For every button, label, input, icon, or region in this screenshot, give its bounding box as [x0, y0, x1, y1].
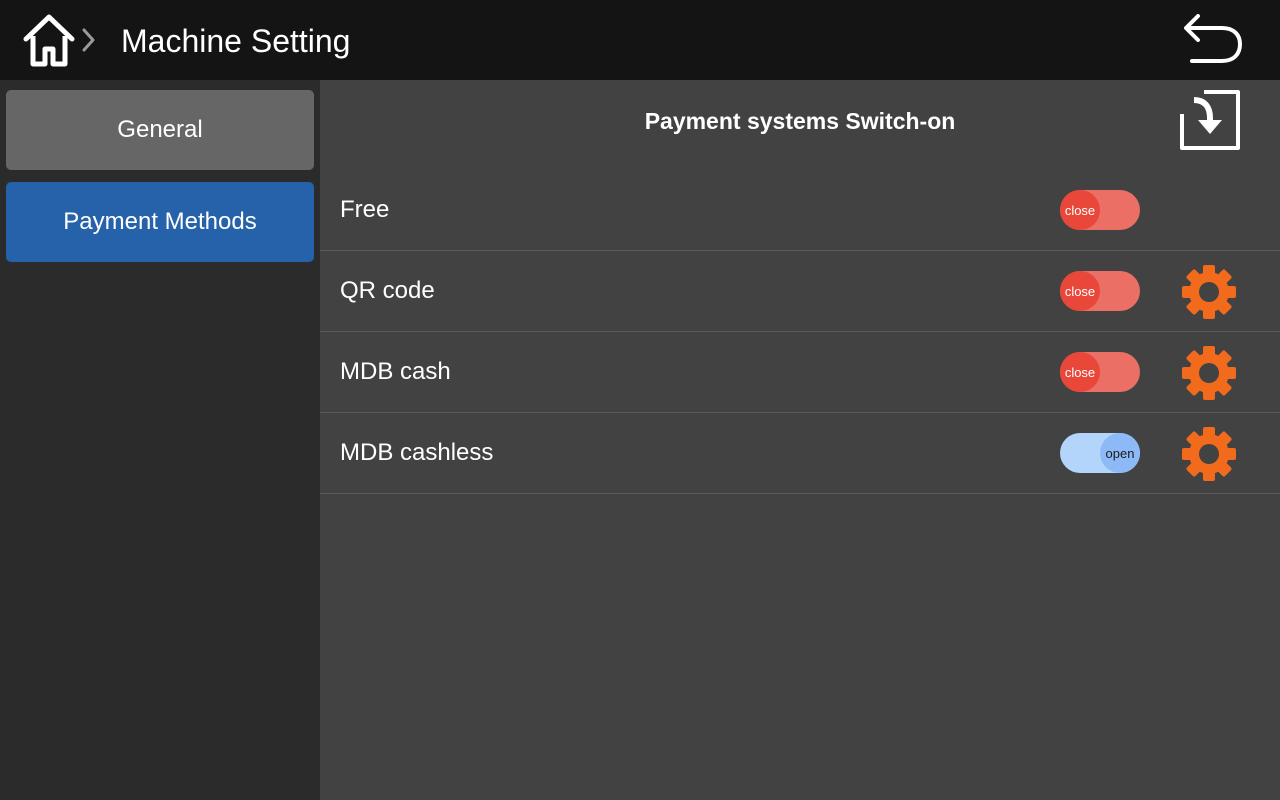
undo-arrow-icon — [1184, 14, 1243, 63]
page-title: Machine Setting — [121, 23, 351, 59]
row-label: MDB cash — [340, 358, 451, 385]
mdb-cash-settings-button[interactable] — [1180, 344, 1238, 402]
sidebar-item-label: General — [117, 116, 203, 143]
toggle-state: open — [1100, 433, 1140, 473]
sidebar: General Payment Methods — [0, 80, 320, 800]
toggle-state: close — [1060, 271, 1100, 311]
payment-row-qr-code: QR code close — [320, 251, 1280, 332]
import-button[interactable] — [1178, 88, 1242, 152]
qr-code-toggle[interactable]: close — [1060, 271, 1140, 311]
qr-code-settings-button[interactable] — [1180, 263, 1238, 321]
payment-row-mdb-cashless: MDB cashless open — [320, 413, 1280, 494]
toggle-state: close — [1060, 352, 1100, 392]
toggle-state: close — [1060, 190, 1100, 230]
home-icon — [23, 14, 75, 67]
sidebar-item-label: Payment Methods — [63, 208, 257, 235]
home-button[interactable] — [22, 12, 76, 68]
payment-row-free: Free close — [320, 170, 1280, 251]
sidebar-item-payment-methods[interactable]: Payment Methods — [6, 182, 314, 262]
back-button[interactable] — [1182, 14, 1244, 68]
sidebar-item-general[interactable]: General — [6, 90, 314, 170]
mdb-cashless-settings-button[interactable] — [1180, 425, 1238, 483]
payment-row-mdb-cash: MDB cash close — [320, 332, 1280, 413]
row-label: QR code — [340, 277, 435, 304]
chevron-right-icon — [80, 28, 98, 52]
gear-icon — [1182, 265, 1236, 319]
header-bar: Machine Setting — [0, 0, 1280, 80]
mdb-cashless-toggle[interactable]: open — [1060, 433, 1140, 473]
mdb-cash-toggle[interactable]: close — [1060, 352, 1140, 392]
import-arrow-icon — [1180, 90, 1240, 150]
gear-icon — [1182, 346, 1236, 400]
gear-icon — [1182, 427, 1236, 481]
row-label: Free — [340, 196, 390, 223]
main-panel: Payment systems Switch-on Free close QR … — [320, 80, 1280, 800]
section-title: Payment systems Switch-on — [644, 108, 956, 134]
row-label: MDB cashless — [340, 439, 494, 466]
free-toggle[interactable]: close — [1060, 190, 1140, 230]
